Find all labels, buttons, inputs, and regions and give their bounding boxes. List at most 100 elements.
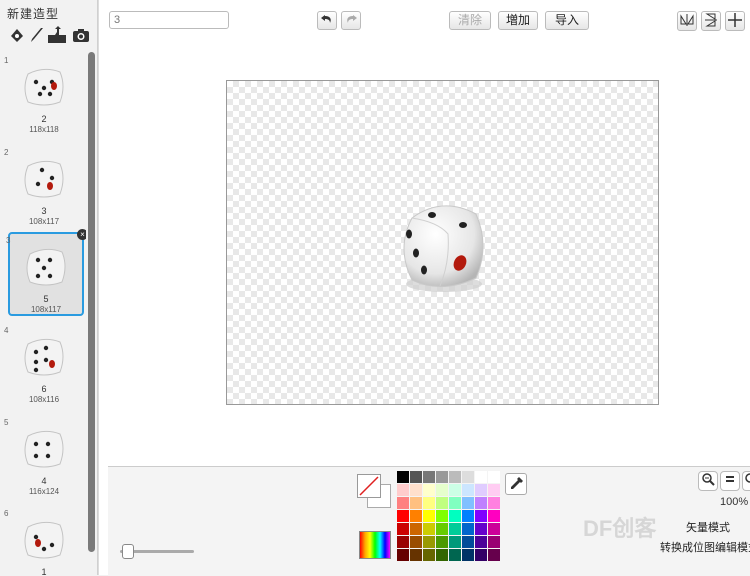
palette-swatch[interactable] (423, 536, 436, 549)
palette-swatch[interactable] (410, 523, 423, 536)
palette-swatch[interactable] (397, 510, 410, 523)
palette-swatch[interactable] (449, 510, 462, 523)
palette-swatch[interactable] (475, 549, 488, 562)
palette-swatch[interactable] (410, 536, 423, 549)
palette-swatch[interactable] (397, 497, 410, 510)
convert-to-bitmap-button[interactable]: 转换成位图编辑模式 (660, 539, 750, 555)
palette-swatch[interactable] (436, 536, 449, 549)
costume-item[interactable]: 5 4 116x124 (4, 416, 80, 496)
palette-swatch[interactable] (488, 536, 501, 549)
zoom-in-button[interactable] (742, 471, 750, 491)
undo-button[interactable] (317, 11, 337, 30)
palette-swatch[interactable] (462, 536, 475, 549)
palette-swatch[interactable] (436, 471, 449, 484)
palette-swatch[interactable] (410, 484, 423, 497)
drawing-canvas[interactable] (226, 80, 659, 405)
costume-list-scrollbar[interactable] (88, 52, 95, 552)
palette-swatch[interactable] (488, 471, 501, 484)
eyedropper-button[interactable] (505, 473, 527, 495)
clear-button[interactable]: 清除 (449, 11, 491, 30)
costume-item[interactable]: 2 3 108x117 (4, 146, 80, 226)
palette-swatch[interactable] (475, 497, 488, 510)
costume-name: 6 (41, 384, 47, 394)
palette-swatch[interactable] (423, 549, 436, 562)
delete-costume-icon[interactable]: × (77, 229, 86, 240)
palette-swatch[interactable] (449, 549, 462, 562)
palette-swatch[interactable] (488, 497, 501, 510)
palette-swatch[interactable] (449, 497, 462, 510)
redo-icon (347, 15, 357, 23)
palette-swatch[interactable] (488, 549, 501, 562)
palette-swatch[interactable] (423, 484, 436, 497)
zoom-reset-button[interactable] (720, 471, 740, 491)
costume-index: 6 (4, 509, 9, 518)
primary-color-swatch[interactable] (357, 474, 381, 498)
new-costume-title: 新建造型 (7, 7, 60, 21)
brush-size-slider[interactable] (122, 544, 134, 559)
eyedropper-icon (511, 477, 523, 489)
palette-swatch[interactable] (397, 484, 410, 497)
palette-swatch[interactable] (397, 471, 410, 484)
flip-horizontal-button[interactable] (677, 11, 697, 31)
palette-swatch[interactable] (423, 471, 436, 484)
costume-size: 118x118 (29, 125, 59, 134)
redo-button[interactable] (341, 11, 361, 30)
palette-swatch[interactable] (449, 523, 462, 536)
palette-swatch[interactable] (436, 549, 449, 562)
flip-horizontal-icon (680, 14, 694, 26)
costume-thumbnail (24, 430, 64, 468)
palette-swatch[interactable] (423, 523, 436, 536)
palette-swatch[interactable] (488, 510, 501, 523)
watermark: DF创客 (583, 516, 657, 541)
flip-vertical-button[interactable] (701, 11, 721, 31)
palette-swatch[interactable] (475, 471, 488, 484)
palette-swatch[interactable] (462, 484, 475, 497)
palette-swatch[interactable] (462, 510, 475, 523)
palette-swatch[interactable] (449, 536, 462, 549)
add-button[interactable]: 増加 (498, 11, 538, 30)
color-picker-rainbow[interactable] (359, 531, 391, 559)
palette-swatch[interactable] (423, 510, 436, 523)
costume-item[interactable]: 61 (4, 507, 80, 575)
zoom-out-button[interactable] (698, 471, 718, 491)
upload-icon[interactable] (47, 26, 67, 44)
palette-swatch[interactable] (410, 471, 423, 484)
palette-swatch[interactable] (397, 549, 410, 562)
set-center-button[interactable] (725, 11, 745, 31)
palette-swatch[interactable] (462, 549, 475, 562)
vector-mode-label: 矢量模式 (686, 522, 730, 534)
palette-swatch[interactable] (436, 497, 449, 510)
palette-swatch[interactable] (475, 536, 488, 549)
brush-icon[interactable] (28, 26, 46, 44)
palette-swatch[interactable] (488, 523, 501, 536)
import-button[interactable]: 导入 (545, 11, 589, 30)
palette-swatch[interactable] (475, 510, 488, 523)
palette-swatch[interactable] (449, 471, 462, 484)
costume-item[interactable]: 3 5 108x117 × (6, 229, 86, 316)
palette-swatch[interactable] (436, 510, 449, 523)
costume-item[interactable]: 4 6 108x116 (4, 324, 80, 404)
zoom-level: 100% (720, 496, 749, 508)
palette-swatch[interactable] (436, 523, 449, 536)
palette-swatch[interactable] (475, 484, 488, 497)
palette-swatch[interactable] (449, 484, 462, 497)
palette-swatch[interactable] (423, 497, 436, 510)
palette-swatch[interactable] (397, 536, 410, 549)
palette-swatch[interactable] (410, 497, 423, 510)
palette-swatch[interactable] (488, 484, 501, 497)
palette-swatch[interactable] (462, 523, 475, 536)
palette-swatch[interactable] (462, 471, 475, 484)
palette-swatch[interactable] (475, 523, 488, 536)
palette-swatch[interactable] (462, 497, 475, 510)
costume-name-input[interactable] (109, 11, 229, 29)
dice-image (403, 205, 484, 292)
camera-icon[interactable] (72, 26, 90, 44)
color-bar: DF创客 100% 矢量模式 转换成位图编辑模式 (108, 466, 750, 576)
palette-swatch[interactable] (410, 549, 423, 562)
palette-swatch[interactable] (397, 523, 410, 536)
costume-index: 2 (4, 148, 9, 157)
palette-swatch[interactable] (410, 510, 423, 523)
palette-swatch[interactable] (436, 484, 449, 497)
costume-item[interactable]: 1 2 118x118 (4, 54, 80, 134)
paint-brush-icon[interactable] (8, 26, 26, 44)
